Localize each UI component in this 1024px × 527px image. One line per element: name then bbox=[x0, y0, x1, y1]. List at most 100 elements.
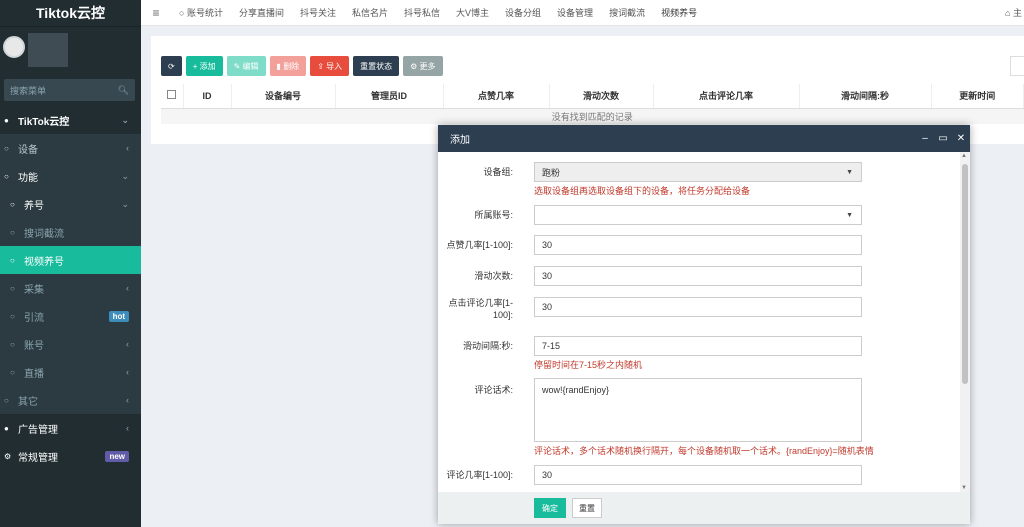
import-button[interactable]: ⇪ 导入 bbox=[310, 56, 350, 76]
sidebar-item-label: 视频养号 bbox=[24, 256, 64, 268]
data-table: ID 设备编号 管理员ID 点赞几率 滑动次数 点击评论几率 滑动间隔:秒 更新… bbox=[161, 84, 1024, 124]
reset-status-button[interactable]: 重置状态 bbox=[353, 56, 400, 76]
upload-icon: ⇪ bbox=[317, 61, 324, 71]
column-header[interactable]: 滑动间隔:秒 bbox=[799, 84, 932, 109]
sidebar-item-live[interactable]: ○ 直播 ‹ bbox=[0, 358, 141, 386]
select-all-checkbox[interactable] bbox=[167, 90, 177, 100]
tab-dm-card[interactable]: 私信名片 bbox=[344, 6, 396, 19]
sidebar-item-video-nurture[interactable]: ○ 视频养号 bbox=[0, 246, 141, 274]
swipe-interval-label: 滑动间隔:秒: bbox=[462, 341, 513, 351]
maximize-icon[interactable]: ▭ bbox=[934, 133, 952, 144]
device-group-value: 跑粉 bbox=[542, 167, 561, 178]
delete-button[interactable]: ▮ 删除 bbox=[269, 56, 307, 76]
pencil-icon: ✎ bbox=[233, 61, 241, 71]
comment-click-rate-input[interactable]: 30 bbox=[534, 297, 862, 317]
sidebar-item-label: 功能 bbox=[18, 172, 38, 184]
top-tab-bar: ≡ 账号统计 分享直播间 抖号关注 私信名片 抖号私信 大V博主 设备分组 设备… bbox=[141, 0, 1024, 26]
tab-device-manage[interactable]: 设备管理 bbox=[549, 6, 601, 19]
trash-icon: ▮ bbox=[276, 61, 281, 71]
column-header[interactable]: 点赞几率 bbox=[443, 84, 550, 109]
dialog-header[interactable]: 添加 – ▭ ✕ bbox=[438, 125, 970, 152]
circle-icon: ● bbox=[4, 115, 9, 125]
more-button[interactable]: ⚙ 更多 bbox=[403, 56, 443, 76]
new-badge: new bbox=[105, 450, 129, 462]
reset-button[interactable]: 重置 bbox=[572, 498, 602, 518]
menu-search-input[interactable]: 搜索菜单 🔍︎ bbox=[4, 79, 135, 101]
home-icon: ⌂ bbox=[1005, 8, 1011, 18]
account-select[interactable]: ▼ bbox=[534, 205, 862, 225]
confirm-button[interactable]: 确定 bbox=[534, 498, 566, 518]
select-all-checkbox-cell[interactable] bbox=[161, 84, 184, 109]
refresh-icon: ⟳ bbox=[168, 61, 175, 71]
sidebar-item-label: 直播 bbox=[24, 368, 44, 380]
home-link[interactable]: ⌂ 主 bbox=[1005, 6, 1022, 19]
refresh-button[interactable]: ⟳ bbox=[161, 56, 182, 76]
sidebar-item-function[interactable]: ○ 功能 ⌄ bbox=[0, 162, 141, 190]
column-header[interactable]: 滑动次数 bbox=[549, 84, 654, 109]
dialog-scrollbar[interactable]: ▲ ▼ bbox=[960, 152, 970, 492]
column-header[interactable]: 点击评论几率 bbox=[653, 84, 800, 109]
sidebar-item-label: 其它 bbox=[18, 396, 38, 408]
column-header[interactable]: 管理员ID bbox=[335, 84, 444, 109]
swipe-count-input[interactable]: 30 bbox=[534, 266, 862, 286]
cogs-icon: ⚙ bbox=[4, 451, 12, 461]
device-group-select[interactable]: 跑粉 ▼ bbox=[534, 162, 862, 182]
scroll-up-icon[interactable]: ▲ bbox=[961, 153, 967, 159]
scrollbar-thumb[interactable] bbox=[962, 164, 968, 384]
empty-message: 没有找到匹配的记录 bbox=[161, 108, 1024, 124]
reset-status-label: 重置状态 bbox=[360, 61, 393, 71]
tab-dm[interactable]: 抖号私信 bbox=[396, 6, 448, 19]
minimize-icon[interactable]: – bbox=[916, 133, 934, 144]
sidebar-item-label: 引流 bbox=[24, 312, 44, 324]
search-icon[interactable]: 🔍︎ bbox=[118, 85, 129, 96]
sidebar-item-other[interactable]: ○ 其它 ‹ bbox=[0, 386, 141, 414]
tab-device-group[interactable]: 设备分组 bbox=[497, 6, 549, 19]
sidebar-item-device[interactable]: ○ 设备 ‹ bbox=[0, 134, 141, 162]
sidebar-item-tiktok[interactable]: ● TikTok云控 ⌄ bbox=[0, 106, 141, 134]
tab-search-intercept[interactable]: 搜词截流 bbox=[601, 6, 653, 19]
column-header[interactable]: 更新时间 bbox=[931, 84, 1024, 109]
swipe-interval-input[interactable]: 7-15 bbox=[534, 336, 862, 356]
circle-outline-icon: ○ bbox=[10, 311, 15, 321]
circle-outline-icon: ○ bbox=[10, 367, 15, 377]
close-icon[interactable]: ✕ bbox=[952, 133, 970, 144]
scroll-down-icon[interactable]: ▼ bbox=[961, 485, 967, 491]
circle-outline-icon: ○ bbox=[10, 283, 15, 293]
column-header[interactable]: 设备编号 bbox=[231, 84, 336, 109]
edit-label: 编辑 bbox=[242, 61, 259, 71]
sidebar-item-nurture[interactable]: ○ 养号 ⌄ bbox=[0, 190, 141, 218]
table-tools-button[interactable] bbox=[1010, 56, 1024, 76]
table-header-row: ID 设备编号 管理员ID 点赞几率 滑动次数 点击评论几率 滑动间隔:秒 更新… bbox=[161, 84, 1024, 109]
avatar[interactable] bbox=[3, 36, 25, 58]
tab-bigv[interactable]: 大V博主 bbox=[448, 6, 497, 19]
add-button[interactable]: + 添加 bbox=[185, 56, 223, 76]
add-label: 添加 bbox=[199, 61, 216, 71]
add-dialog: 添加 – ▭ ✕ 设备组: 跑粉 ▼ 选取设备组再选取设备组下的设备，将任务分配… bbox=[438, 125, 970, 524]
sidebar-item-traffic[interactable]: ○ 引流 hot bbox=[0, 302, 141, 330]
swipe-count-label: 滑动次数: bbox=[474, 271, 513, 281]
comment-text-textarea[interactable]: wow!{randEnjoy} bbox=[534, 378, 862, 442]
comment-rate-input[interactable]: 30 bbox=[534, 465, 862, 485]
sidebar-item-search-intercept[interactable]: ○ 搜词截流 bbox=[0, 218, 141, 246]
tab-video-nurture[interactable]: 视频养号 bbox=[653, 6, 705, 19]
sidebar-item-account[interactable]: ○ 账号 ‹ bbox=[0, 330, 141, 358]
column-header[interactable]: ID bbox=[183, 84, 232, 109]
circle-outline-icon: ○ bbox=[10, 227, 15, 237]
like-rate-input[interactable]: 30 bbox=[534, 235, 862, 255]
tab-share-live[interactable]: 分享直播间 bbox=[231, 6, 292, 19]
menu-toggle-icon[interactable]: ≡ bbox=[141, 6, 171, 20]
home-label: 主 bbox=[1012, 8, 1022, 18]
circle-outline-icon: ○ bbox=[10, 255, 15, 265]
sidebar-item-collect[interactable]: ○ 采集 ‹ bbox=[0, 274, 141, 302]
app-brand[interactable]: Tiktok云控 bbox=[0, 0, 141, 27]
sidebar-nav: ● TikTok云控 ⌄ ○ 设备 ‹ ○ 功能 ⌄ ○ 养号 ⌄ ○ 搜词截流… bbox=[0, 106, 141, 470]
tab-follow[interactable]: 抖号关注 bbox=[292, 6, 344, 19]
sidebar-item-ads[interactable]: ● 广告管理 ‹ bbox=[0, 414, 141, 442]
search-placeholder: 搜索菜单 bbox=[10, 85, 47, 96]
tab-account-stats[interactable]: 账号统计 bbox=[171, 6, 231, 19]
sidebar-item-general[interactable]: ⚙ 常规管理 new bbox=[0, 442, 141, 470]
edit-button[interactable]: ✎ 编辑 bbox=[226, 56, 266, 76]
circle-outline-icon: ○ bbox=[4, 171, 9, 181]
sidebar: Tiktok云控 搜索菜单 🔍︎ ● TikTok云控 ⌄ ○ 设备 ‹ ○ 功… bbox=[0, 0, 141, 527]
chevron-left-icon: ‹ bbox=[126, 339, 129, 349]
